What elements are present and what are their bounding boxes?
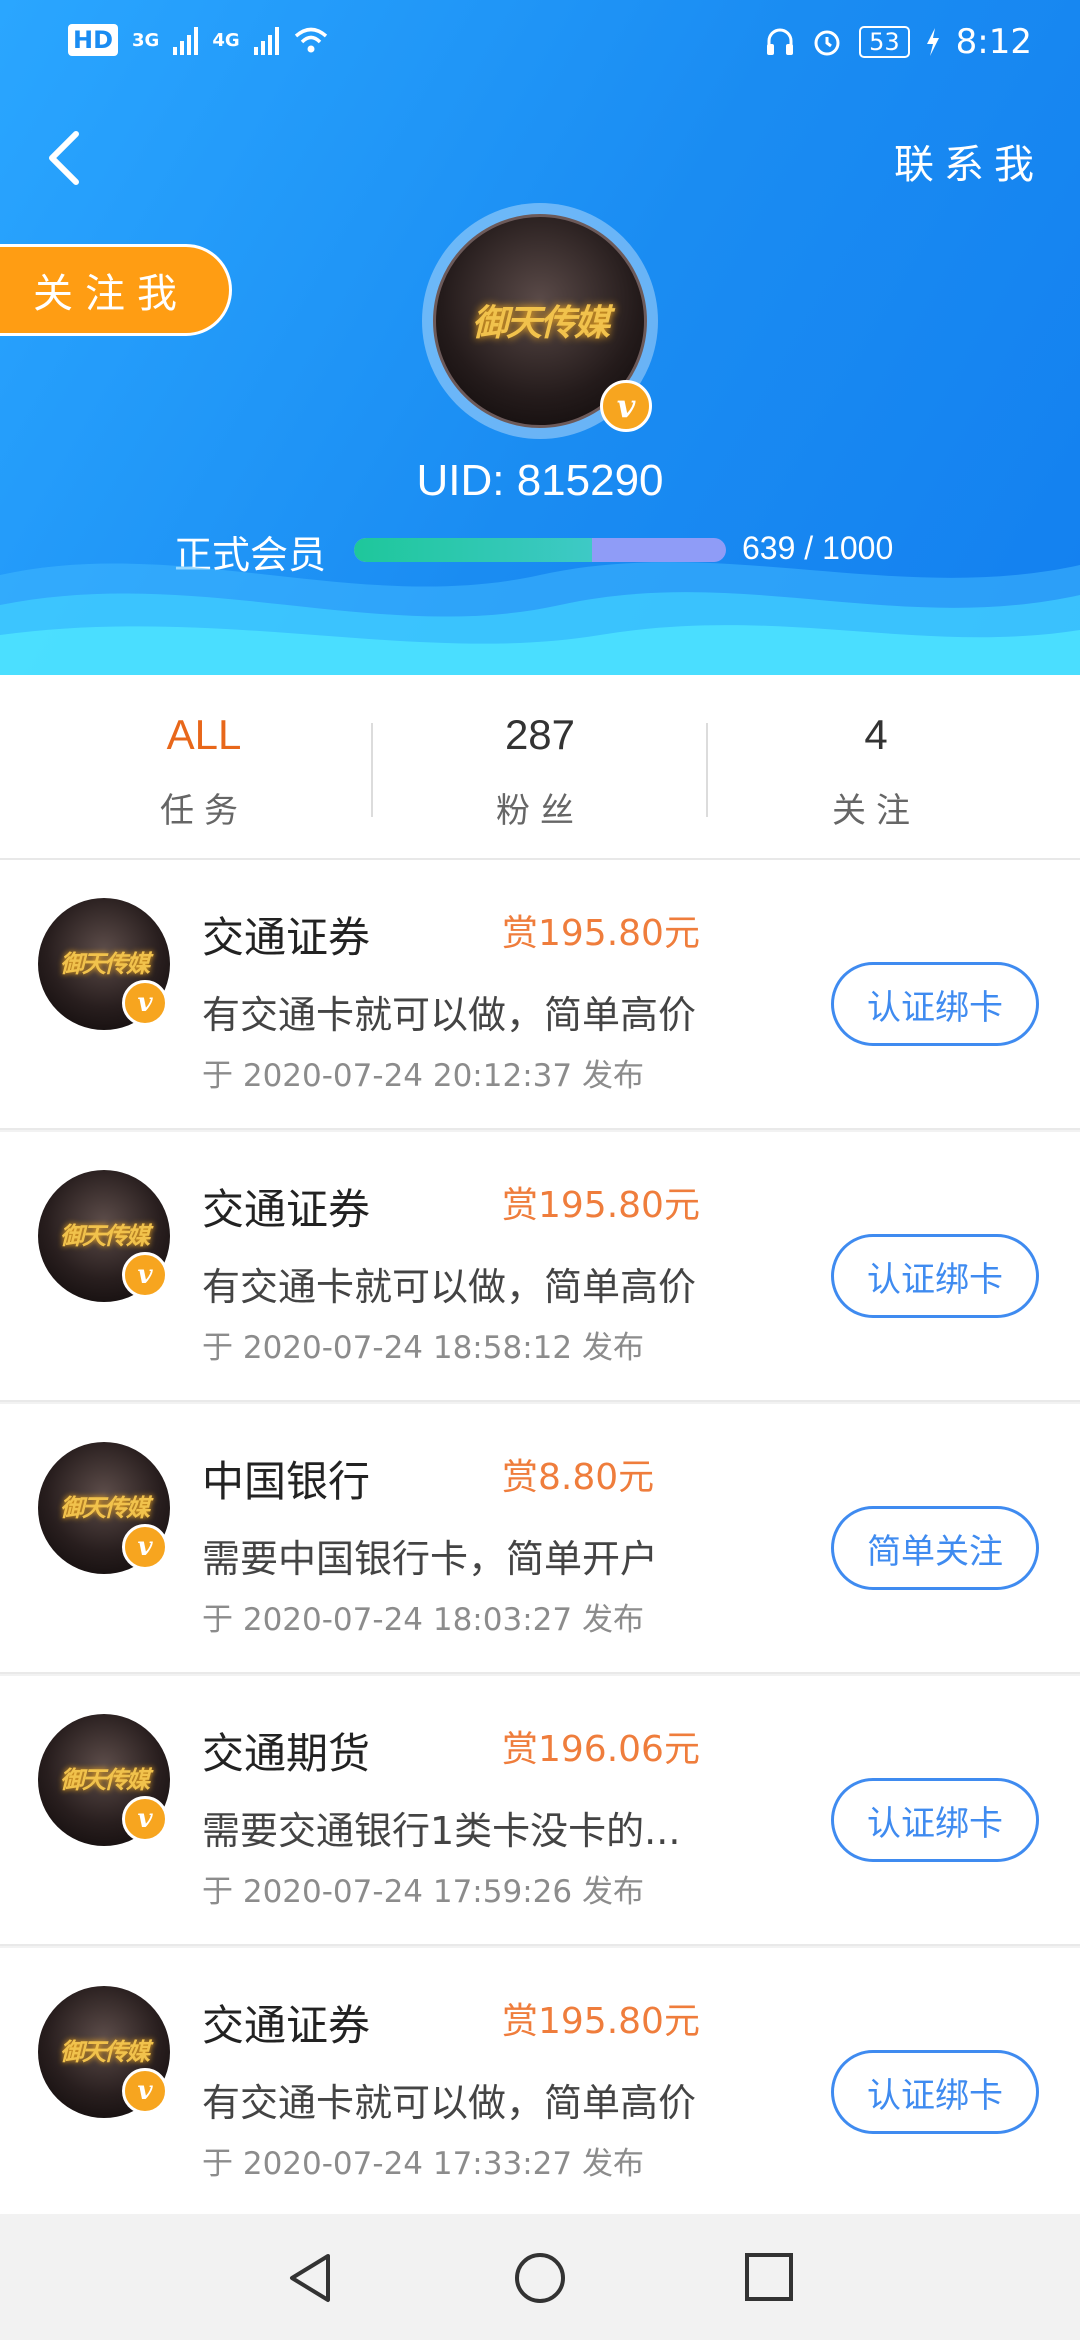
task-reward: 赏196.06元	[502, 1729, 700, 1770]
task-item[interactable]: 御天传媒 v 交通证券 赏195.80元 有交通卡就可以做，简单高价 于 2020…	[0, 1132, 1080, 1402]
task-reward: 赏8.80元	[502, 1457, 655, 1498]
avatar-logo: 御天传媒	[60, 949, 150, 978]
stat-label: 关注	[832, 791, 920, 831]
task-time: 于 2020-07-24 20:12:37 发布	[202, 1058, 644, 1094]
headphones-icon	[767, 28, 794, 55]
task-item[interactable]: 御天传媒 v 中国银行 赏8.80元 需要中国银行卡，简单开户 于 2020-07…	[0, 1404, 1080, 1674]
stat-fans[interactable]: 287 粉丝	[372, 675, 708, 858]
task-avatar: 御天传媒 v	[38, 1442, 170, 1574]
task-reward: 赏195.80元	[502, 2001, 700, 2042]
task-time: 于 2020-07-24 18:03:27 发布	[202, 1602, 644, 1638]
stat-following[interactable]: 4 关注	[708, 675, 1044, 858]
contact-me-button[interactable]: 联系我	[894, 132, 1044, 190]
charging-icon	[926, 28, 939, 56]
task-title: 交通证券	[202, 913, 371, 962]
task-description: 需要中国银行卡，简单开户	[202, 1537, 659, 1581]
task-title: 交通证券	[202, 2001, 371, 2050]
task-action-button[interactable]: 认证绑卡	[831, 962, 1039, 1046]
task-description: 需要交通银行1类卡没卡的...	[202, 1809, 681, 1853]
task-description: 有交通卡就可以做，简单高价	[202, 993, 697, 1037]
task-item[interactable]: 御天传媒 v 交通证券 赏195.80元 有交通卡就可以做，简单高价 于 2020…	[0, 1948, 1080, 2218]
hd-indicator: HD	[68, 24, 119, 56]
task-item[interactable]: 御天传媒 v 交通期货 赏196.06元 需要交通银行1类卡没卡的... 于 20…	[0, 1676, 1080, 1946]
avatar-logo: 御天传媒	[60, 1765, 150, 1794]
user-id: UID: 815290	[416, 456, 664, 505]
vip-badge-icon: v	[122, 1524, 168, 1570]
status-bar: HD 3G 4G 53 8:12	[0, 0, 1080, 92]
network-4g-label: 4G	[212, 29, 240, 51]
task-action-button[interactable]: 简单关注	[831, 1506, 1039, 1590]
network-3g-label: 3G	[132, 29, 160, 51]
stat-tasks[interactable]: ALL 任务	[36, 675, 372, 858]
task-time: 于 2020-07-24 18:58:12 发布	[202, 1330, 644, 1366]
vip-badge-icon: v	[122, 980, 168, 1026]
vip-badge-icon: v	[600, 380, 652, 432]
vip-badge-icon: v	[122, 1796, 168, 1842]
nav-back-icon[interactable]	[286, 2252, 334, 2304]
task-time: 于 2020-07-24 17:33:27 发布	[202, 2146, 644, 2182]
stat-value: ALL	[166, 711, 242, 758]
task-action-button[interactable]: 认证绑卡	[831, 1778, 1039, 1862]
task-avatar: 御天传媒 v	[38, 1714, 170, 1846]
vip-badge-icon: v	[122, 2068, 168, 2114]
avatar-logo: 御天传媒	[60, 1493, 150, 1522]
stats-bar: ALL 任务 287 粉丝 4 关注	[0, 675, 1080, 860]
signal-icon	[173, 25, 199, 55]
follow-me-button[interactable]: 关注我	[0, 244, 232, 336]
stat-value: 4	[864, 711, 888, 758]
battery-indicator: 53	[859, 26, 910, 58]
stat-label: 任务	[160, 791, 248, 831]
avatar-logo: 御天传媒	[471, 302, 610, 344]
task-description: 有交通卡就可以做，简单高价	[202, 1265, 697, 1309]
alarm-icon	[814, 30, 840, 56]
task-time: 于 2020-07-24 17:59:26 发布	[202, 1874, 644, 1910]
back-arrow-icon[interactable]	[38, 128, 90, 188]
signal-icon	[253, 25, 279, 55]
wave-decoration	[0, 562, 1080, 675]
task-title: 中国银行	[202, 1457, 371, 1506]
nav-home-icon[interactable]	[514, 2252, 566, 2304]
task-action-button[interactable]: 认证绑卡	[831, 1234, 1039, 1318]
profile-header: HD 3G 4G 53 8:12 联系我 关注我 御天传媒 v UID: 815…	[0, 0, 1080, 675]
vip-badge-icon: v	[122, 1252, 168, 1298]
task-title: 交通证券	[202, 1185, 371, 1234]
stat-label: 粉丝	[496, 791, 584, 831]
avatar-logo: 御天传媒	[60, 2037, 150, 2066]
task-avatar: 御天传媒 v	[38, 898, 170, 1030]
task-action-button[interactable]: 认证绑卡	[831, 2050, 1039, 2134]
wifi-icon	[294, 27, 327, 53]
task-avatar: 御天传媒 v	[38, 1170, 170, 1302]
task-item[interactable]: 御天传媒 v 交通证券 赏195.80元 有交通卡就可以做，简单高价 于 2020…	[0, 860, 1080, 1130]
task-title: 交通期货	[202, 1729, 371, 1778]
task-reward: 赏195.80元	[502, 1185, 700, 1226]
task-avatar: 御天传媒 v	[38, 1986, 170, 2118]
clock: 8:12	[955, 22, 1032, 62]
task-reward: 赏195.80元	[502, 913, 700, 954]
system-nav-bar	[0, 2214, 1080, 2340]
nav-recents-icon[interactable]	[744, 2252, 794, 2302]
task-list: 御天传媒 v 交通证券 赏195.80元 有交通卡就可以做，简单高价 于 2020…	[0, 860, 1080, 2220]
task-description: 有交通卡就可以做，简单高价	[202, 2081, 697, 2125]
stat-value: 287	[504, 711, 576, 758]
avatar-logo: 御天传媒	[60, 1221, 150, 1250]
